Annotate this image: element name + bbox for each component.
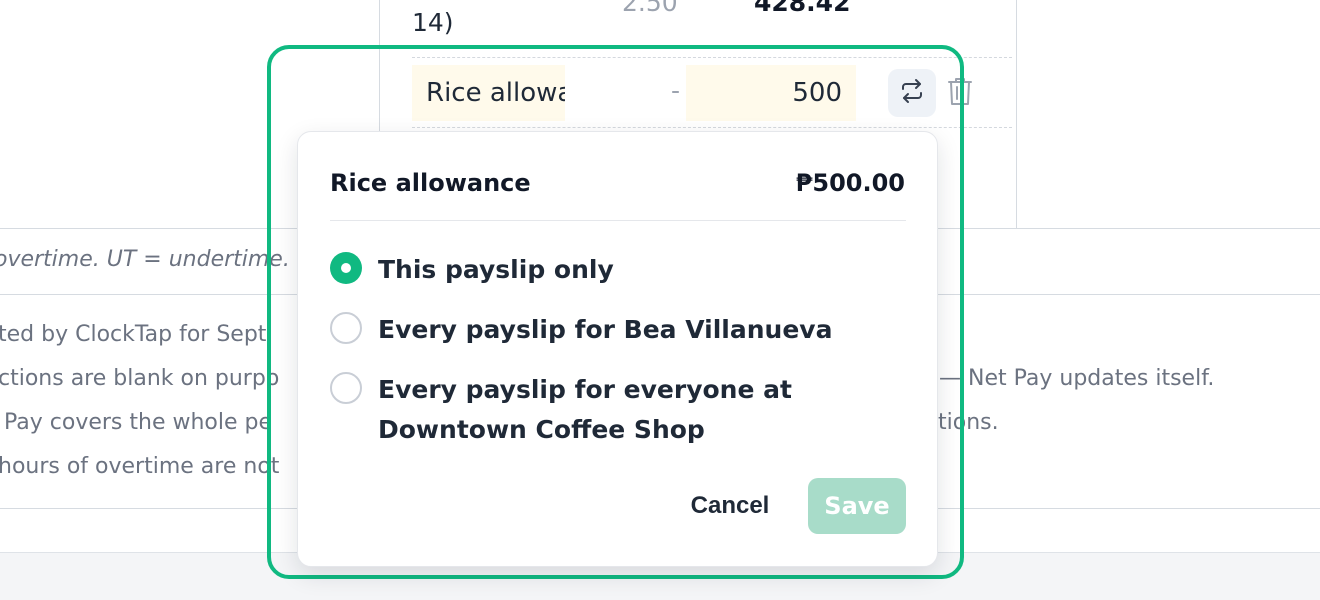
row-rate: 2.50 <box>622 0 678 17</box>
popover-divider <box>330 220 906 221</box>
footnote-line: hours of overtime are not <box>0 454 280 479</box>
option-label: Every payslip for Bea Villanueva <box>378 315 833 344</box>
row-description-fragment: 14) <box>412 8 454 37</box>
legend-note: overtime. UT = undertime. <box>0 247 290 272</box>
row-amount: 428.42 <box>754 0 851 17</box>
footnote-line: ted by ClockTap for Sept <box>0 322 267 347</box>
recurring-scope-popover: Rice allowance ₱500.00 This payslip only… <box>297 131 938 567</box>
save-button[interactable]: Save <box>808 478 906 534</box>
option-employee-payslips[interactable]: Every payslip for Bea Villanueva <box>330 310 838 350</box>
option-everyone-payslips[interactable]: Every payslip for everyone at Downtown C… <box>330 370 808 450</box>
option-label: This payslip only <box>378 255 614 284</box>
popover-title: Rice allowance <box>330 169 531 197</box>
card-right-border <box>1016 0 1017 228</box>
footnote-line: — Net Pay updates itself. <box>939 366 1215 391</box>
footnote-line: ctions are blank on purpo <box>0 366 280 391</box>
cancel-button[interactable]: Cancel <box>678 478 782 534</box>
radio-selected[interactable] <box>330 252 362 284</box>
radio-unselected[interactable] <box>330 312 362 344</box>
option-this-payslip[interactable]: This payslip only <box>330 250 838 290</box>
option-label: Every payslip for everyone at Downtown C… <box>378 375 792 444</box>
popover-amount: ₱500.00 <box>795 169 905 197</box>
footnote-line: Pay covers the whole pe <box>4 410 273 435</box>
radio-unselected[interactable] <box>330 372 362 404</box>
